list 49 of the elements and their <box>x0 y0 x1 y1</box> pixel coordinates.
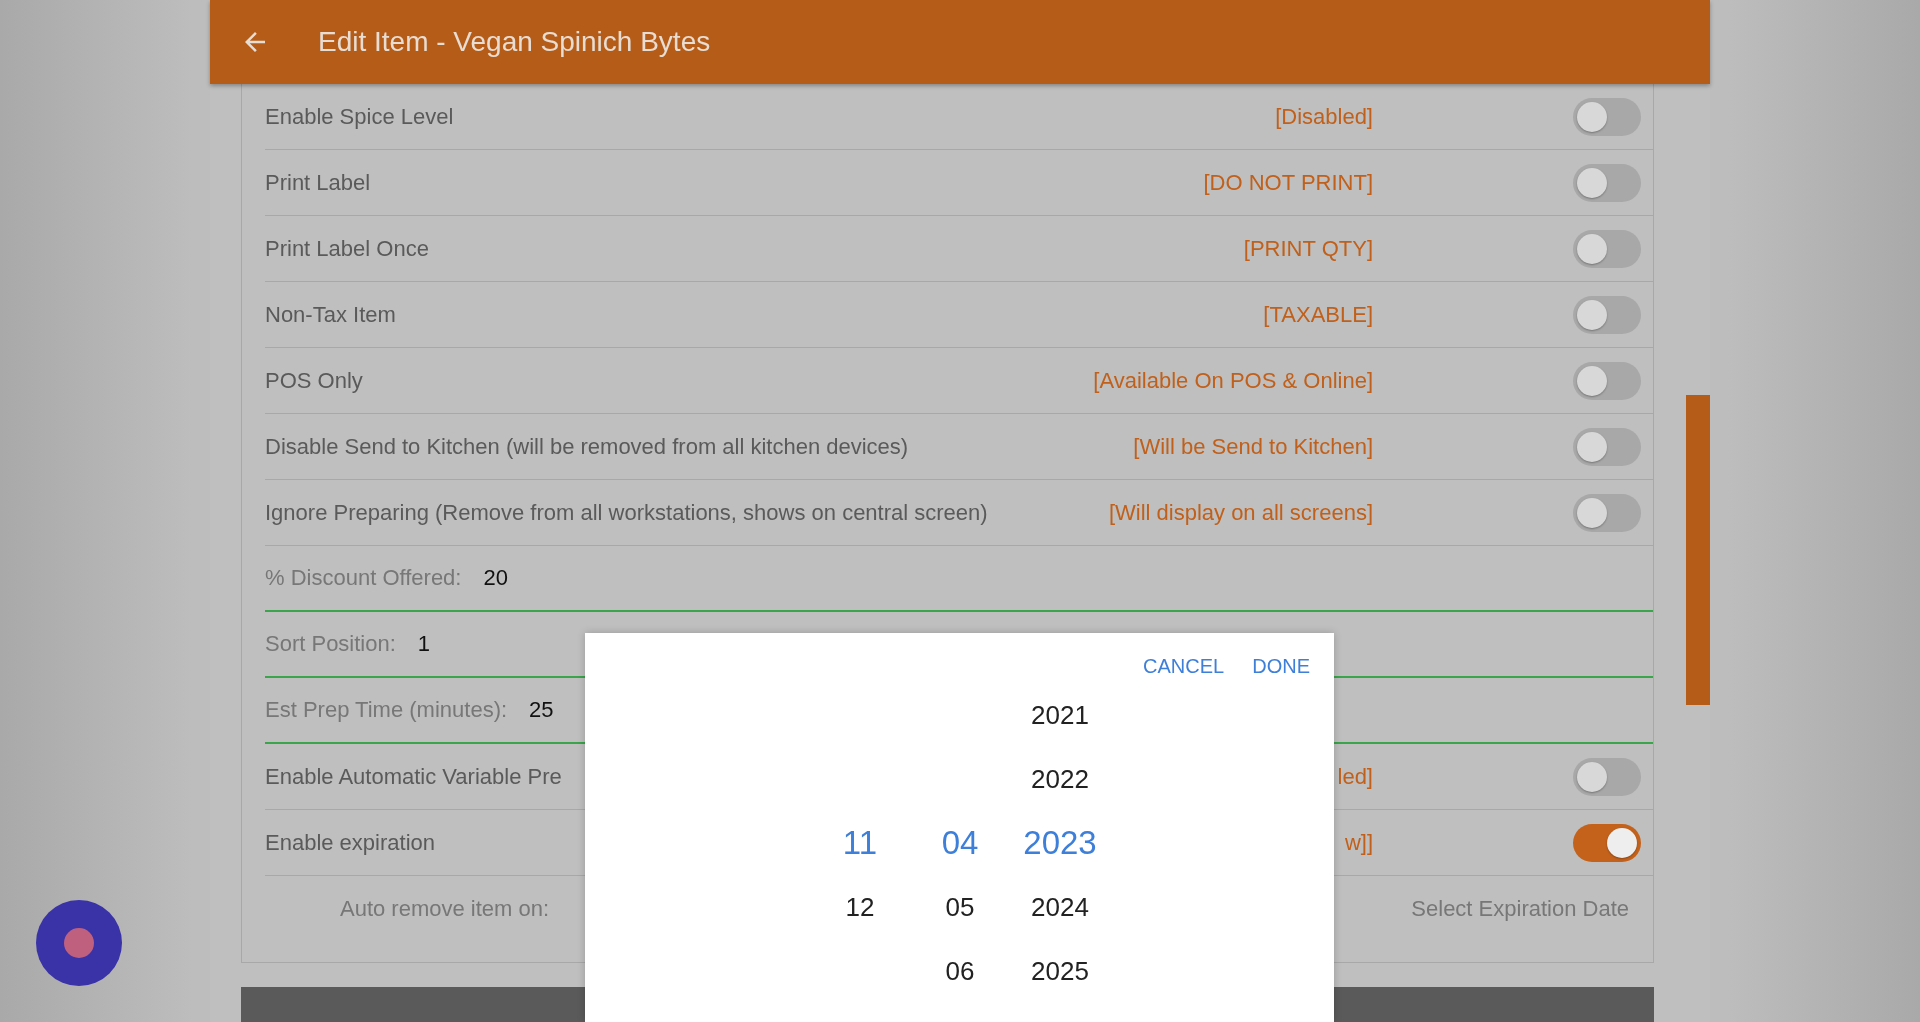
input-field[interactable]: 25 <box>529 697 556 723</box>
scrollbar-thumb[interactable] <box>1686 395 1710 705</box>
field-label: % Discount Offered: <box>265 565 462 591</box>
toggle-switch[interactable] <box>1573 97 1641 136</box>
picker-option[interactable]: 2023 <box>1023 811 1097 875</box>
setting-status: [DO NOT PRINT] <box>1203 169 1373 196</box>
toggle-switch[interactable] <box>1573 823 1641 862</box>
picker-option[interactable]: 05 <box>945 875 975 939</box>
setting-label: Print Label <box>265 169 371 196</box>
picker-option[interactable]: 2022 <box>1031 747 1089 811</box>
picker-option[interactable]: 04 <box>941 811 979 875</box>
picker-option[interactable]: 2024 <box>1031 875 1089 939</box>
setting-status: w]] <box>1344 829 1373 856</box>
input-field[interactable]: 1 <box>417 631 432 657</box>
setting-status: [PRINT QTY] <box>1243 235 1373 262</box>
setting-label: Print Label Once <box>265 235 429 262</box>
setting-status: [Will be Send to Kitchen] <box>1133 433 1373 460</box>
setting-label: Enable expiration <box>265 829 435 856</box>
setting-label: Non-Tax Item <box>265 301 396 328</box>
input-field[interactable]: 20 <box>483 565 510 591</box>
toggle-switch[interactable] <box>1573 757 1641 796</box>
field-label: Est Prep Time (minutes): <box>265 697 508 723</box>
field-label: Sort Position: <box>265 631 396 657</box>
dialog-button[interactable]: DONE <box>1242 649 1320 683</box>
toggle-switch[interactable] <box>1573 229 1641 268</box>
setting-label: Enable Spice Level <box>265 103 454 130</box>
setting-status: [Disabled] <box>1275 103 1373 130</box>
picker-option[interactable]: 2025 <box>1031 939 1089 1003</box>
toggle-switch[interactable] <box>1573 427 1641 466</box>
dialog-button[interactable]: CANCEL <box>1133 649 1235 683</box>
picker-option[interactable]: 11 <box>842 811 878 875</box>
toggle-switch[interactable] <box>1573 493 1641 532</box>
field-label: Auto remove item on: <box>340 896 550 922</box>
page-title: Edit Item - Vegan Spinich Bytes <box>318 26 711 58</box>
toggle-switch[interactable] <box>1573 361 1641 400</box>
setting-status: [Available On POS & Online] <box>1093 367 1373 394</box>
floating-action-button[interactable] <box>36 900 122 986</box>
toggle-switch[interactable] <box>1573 295 1641 334</box>
picker-option[interactable]: 12 <box>845 875 875 939</box>
setting-label: POS Only <box>265 367 363 394</box>
setting-label: Disable Send to Kitchen (will be removed from all kitchen devices) <box>265 433 909 460</box>
setting-label: Ignore Preparing (Remove from all workstations, shows on central screen) <box>265 499 988 526</box>
setting-status: [Will display on all screens] <box>1108 499 1373 526</box>
setting-label: Enable Automatic Variable Pre <box>265 763 562 790</box>
setting-status: led] <box>1337 763 1373 790</box>
picker-option[interactable]: 2021 <box>1031 683 1089 747</box>
picker-option[interactable]: 06 <box>945 939 975 1003</box>
toggle-switch[interactable] <box>1573 163 1641 202</box>
setting-status: [TAXABLE] <box>1263 301 1373 328</box>
